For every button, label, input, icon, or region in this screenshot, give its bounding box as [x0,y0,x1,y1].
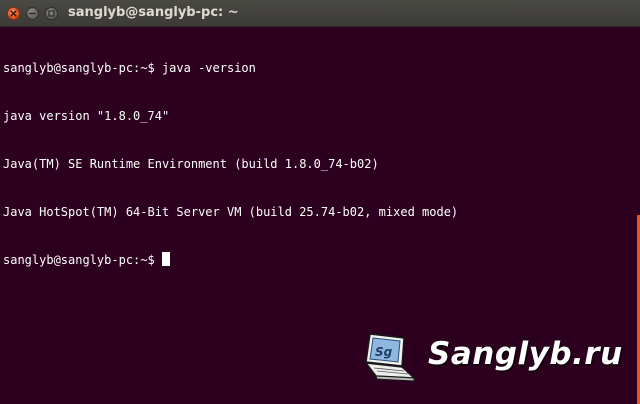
watermark: Sg Sanglyb.ru [360,330,630,390]
title-bar[interactable]: sanglyb@sanglyb-pc: ~ [0,0,640,27]
text-cursor [161,252,170,266]
maximize-button[interactable] [45,7,58,20]
terminal-line: sanglyb@sanglyb-pc:~$ java -version [3,61,256,75]
maximize-icon [48,10,55,17]
close-icon [10,10,17,17]
terminal-line: Java HotSpot(TM) 64-Bit Server VM (build… [3,205,459,219]
logo-text: Sg [375,345,393,359]
prompt-line[interactable]: sanglyb@sanglyb-pc:~$ [3,252,631,268]
minimize-button[interactable] [26,7,39,20]
laptop-icon: Sg [364,333,416,382]
terminal-window: sanglyb@sanglyb-pc: ~ sanglyb@sanglyb-pc… [0,0,640,404]
terminal-line: java version "1.8.0_74" [3,109,170,123]
terminal-line: Java(TM) SE Runtime Environment (build 1… [3,157,379,171]
close-button[interactable] [7,7,20,20]
shell-prompt: sanglyb@sanglyb-pc:~$ [3,253,162,267]
watermark-text: Sanglyb.ru [428,336,623,372]
window-title: sanglyb@sanglyb-pc: ~ [68,5,239,20]
minimize-icon [29,12,36,15]
